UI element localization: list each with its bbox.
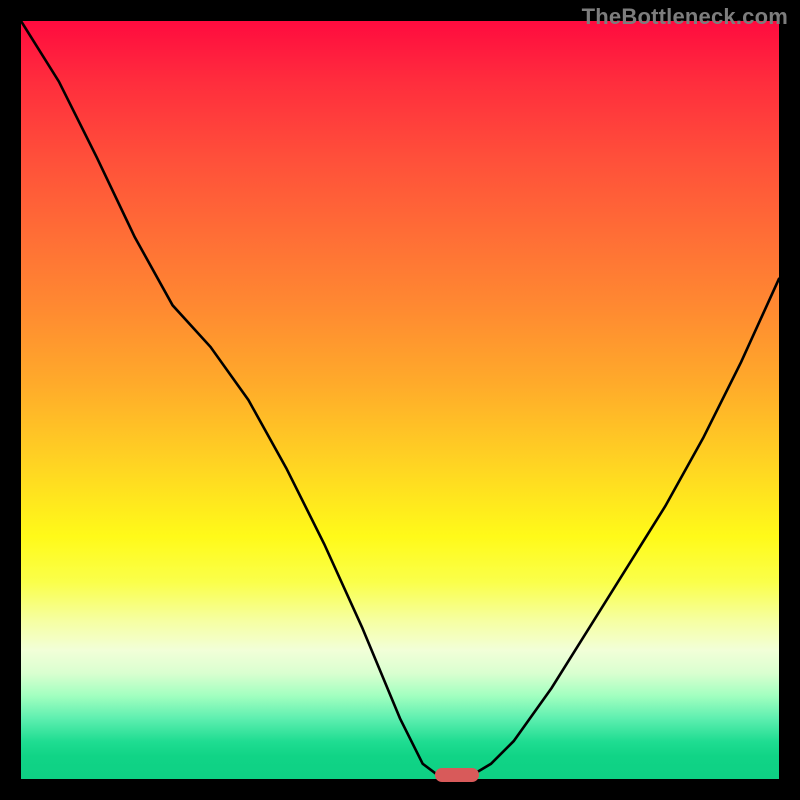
curve-left-branch (21, 21, 438, 775)
curve-right-branch (476, 279, 779, 773)
watermark-text: TheBottleneck.com (582, 4, 788, 30)
plot-area (21, 21, 779, 779)
chart-frame: TheBottleneck.com (0, 0, 800, 800)
notch-marker (435, 768, 479, 782)
bottleneck-curve (21, 21, 779, 779)
